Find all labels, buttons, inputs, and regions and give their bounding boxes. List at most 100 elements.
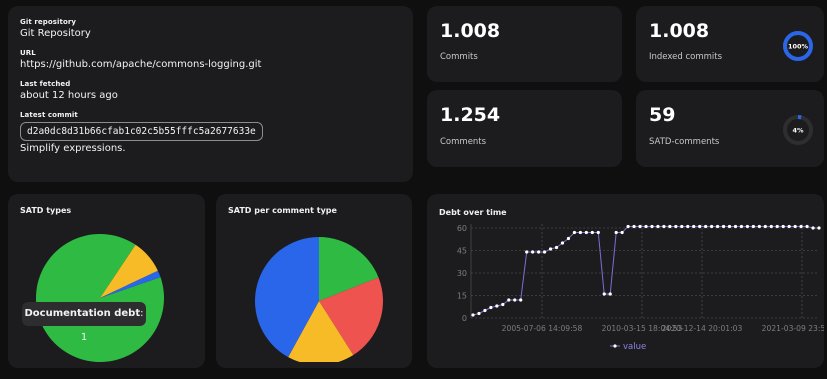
data-point[interactable]	[739, 224, 744, 229]
data-point[interactable]	[584, 230, 588, 235]
data-point[interactable]	[602, 292, 606, 296]
git-repository-value: Git Repository	[20, 28, 91, 39]
indexed-percent-text: 100%	[788, 43, 809, 51]
commit-hash[interactable]: d2a0dc8d31b66cfab1c02c5b55fffc5a2677633e	[20, 122, 263, 141]
data-point[interactable]	[745, 224, 750, 229]
data-point[interactable]	[781, 224, 785, 229]
data-point[interactable]	[578, 230, 582, 235]
data-point[interactable]	[620, 230, 624, 235]
commits-label: Commits	[440, 52, 478, 62]
comments-label: Comments	[440, 137, 487, 147]
data-point[interactable]	[608, 292, 612, 296]
satd-percent-text: 4%	[792, 127, 804, 135]
data-point[interactable]	[674, 224, 678, 229]
data-point[interactable]	[477, 311, 481, 316]
data-point[interactable]	[614, 230, 618, 235]
data-point[interactable]	[554, 245, 559, 250]
data-point[interactable]	[632, 224, 636, 229]
debt-over-time-card: Debt over time 0 15 30 45 60 2005-07-06 14:09…	[427, 194, 824, 368]
data-point[interactable]	[662, 224, 666, 229]
data-point[interactable]	[537, 250, 541, 254]
satd-per-comment-type-title: SATD per comment type	[228, 206, 337, 215]
data-point[interactable]	[483, 308, 487, 313]
data-point[interactable]	[519, 298, 523, 302]
satd-types-title: SATD types	[20, 206, 72, 215]
x-tick-label: 2021-03-09 23:51:44	[762, 324, 824, 333]
data-point[interactable]	[507, 298, 511, 302]
legend-label: value	[623, 342, 646, 352]
data-point[interactable]	[638, 224, 642, 229]
data-point[interactable]	[769, 224, 773, 229]
commits-count: 1.008	[440, 20, 501, 42]
repository-card: Git repository Git Repository URL https:…	[8, 6, 413, 182]
data-point[interactable]	[626, 224, 630, 229]
last-fetched-label: Last fetched	[20, 80, 71, 88]
data-point[interactable]	[680, 224, 684, 229]
data-point[interactable]	[733, 224, 738, 229]
data-point[interactable]	[531, 250, 535, 254]
tooltip-title: Documentation debt	[24, 308, 141, 319]
data-point[interactable]	[715, 224, 720, 229]
commit-message: Simplify expressions.	[20, 143, 126, 154]
data-point[interactable]	[710, 224, 714, 229]
data-point[interactable]	[704, 224, 708, 229]
data-point[interactable]	[805, 224, 809, 229]
y-tick-label: 60	[457, 224, 467, 233]
indexed-commits-card: 1.008 Indexed commits 100%	[636, 6, 824, 82]
data-point[interactable]	[793, 224, 797, 229]
data-point[interactable]	[495, 304, 499, 308]
data-point[interactable]	[817, 226, 821, 230]
satd-progress-ring: 4%	[783, 115, 813, 145]
y-tick-label: 45	[457, 247, 467, 256]
data-point[interactable]	[799, 224, 803, 229]
data-point[interactable]	[489, 305, 493, 310]
satd-per-comment-type-card: SATD per comment type	[216, 194, 412, 368]
data-point[interactable]	[501, 302, 505, 307]
y-tick-label: 15	[457, 292, 467, 301]
data-point[interactable]	[751, 224, 755, 229]
data-point[interactable]	[787, 224, 791, 229]
last-fetched-value: about 12 hours ago	[20, 90, 118, 101]
data-point[interactable]	[763, 224, 767, 229]
data-point[interactable]	[721, 224, 726, 229]
data-point[interactable]	[471, 313, 475, 317]
satd-types-pie[interactable]	[20, 222, 193, 362]
comments-card: 1.254 Comments	[427, 90, 622, 167]
data-point[interactable]	[686, 224, 690, 229]
data-point[interactable]	[548, 247, 553, 251]
satd-types-card: SATD types	[8, 194, 205, 368]
pie-tooltip: Documentation debt: 1	[22, 302, 146, 343]
git-repository-label: Git repository	[20, 18, 77, 26]
y-tick-label: 0	[462, 314, 467, 323]
data-point[interactable]	[572, 230, 577, 235]
data-point[interactable]	[542, 250, 547, 254]
data-point[interactable]	[590, 230, 594, 235]
satd-comments-label: SATD-comments	[649, 137, 720, 147]
url-value[interactable]: https://github.com/apache/commons-loggin…	[20, 59, 401, 70]
comments-count: 1.254	[440, 104, 501, 126]
legend[interactable]: value	[610, 342, 646, 352]
x-tick-label: 2020-12-14 20:01:03	[662, 324, 743, 333]
series-line-value	[472, 226, 819, 316]
data-point[interactable]	[727, 224, 732, 229]
data-point[interactable]	[698, 224, 702, 229]
satd-per-comment-type-pie[interactable]	[228, 222, 400, 362]
commits-card: 1.008 Commits	[427, 6, 622, 82]
data-point[interactable]	[560, 241, 565, 245]
data-point[interactable]	[811, 226, 815, 230]
url-label: URL	[20, 49, 36, 57]
data-point[interactable]	[596, 230, 600, 235]
data-point[interactable]	[692, 224, 696, 229]
data-point[interactable]	[668, 224, 672, 229]
data-point[interactable]	[566, 236, 571, 241]
latest-commit-label: Latest commit	[20, 111, 78, 119]
data-point[interactable]	[775, 224, 779, 229]
data-point[interactable]	[757, 224, 761, 229]
data-point[interactable]	[513, 298, 517, 302]
x-tick-label: 2005-07-06 14:09:58	[502, 324, 583, 333]
data-point[interactable]	[656, 224, 660, 229]
data-point[interactable]	[650, 224, 654, 229]
debt-over-time-chart[interactable]: 0153045602005-07-06 14:09:58 2010-03-15 1…	[427, 194, 824, 368]
data-point[interactable]	[525, 250, 529, 254]
data-point[interactable]	[644, 224, 648, 229]
